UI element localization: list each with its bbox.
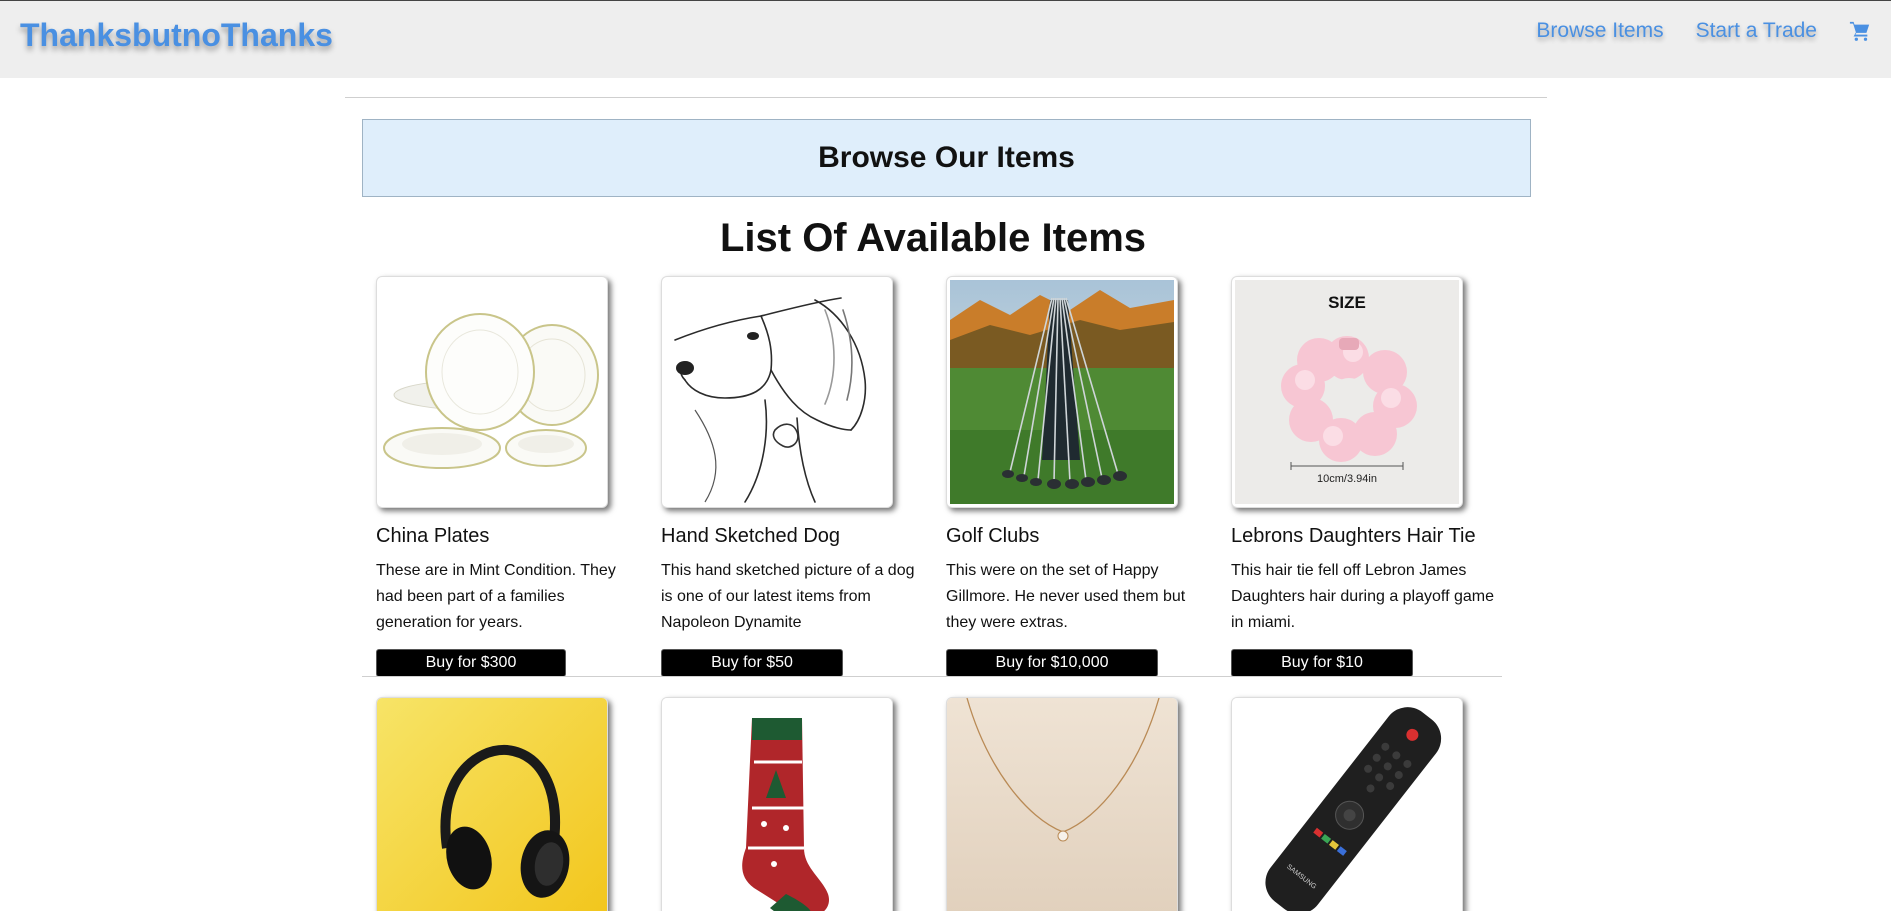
nav-browse-items[interactable]: Browse Items: [1536, 19, 1663, 43]
item-image[interactable]: [661, 697, 893, 911]
item-name: Lebrons Daughters Hair Tie: [1231, 525, 1476, 547]
divider-row: [362, 676, 1502, 677]
dog-sketch-image: [665, 280, 889, 504]
item-card: China Plates These are in Mint Condition…: [376, 276, 666, 677]
item-image[interactable]: SIZE 10cm/3.94in: [1231, 276, 1463, 508]
item-description: This were on the set of Happy Gillmore. …: [946, 562, 1186, 631]
headphones-image: [377, 698, 607, 911]
item-description: These are in Mint Condition. They had be…: [376, 562, 616, 631]
item-image[interactable]: [661, 276, 893, 508]
hair-tie-image: SIZE 10cm/3.94in: [1235, 280, 1459, 504]
golf-clubs-image: [950, 280, 1174, 504]
cart-icon[interactable]: [1849, 20, 1871, 42]
item-image[interactable]: [376, 276, 608, 508]
brand-logo[interactable]: ThanksbutnoThanks: [20, 17, 333, 54]
nav-start-trade[interactable]: Start a Trade: [1696, 19, 1817, 43]
image-size-label: SIZE: [1328, 293, 1366, 312]
tv-remote-image: SAMSUNG: [1232, 698, 1462, 911]
buy-button[interactable]: Buy for $300: [376, 649, 566, 677]
item-description: This hand sketched picture of a dog is o…: [661, 562, 915, 631]
item-name: China Plates: [376, 525, 490, 547]
item-image[interactable]: [946, 276, 1178, 508]
buy-button[interactable]: Buy for $10,000: [946, 649, 1158, 677]
image-measure-label: 10cm/3.94in: [1317, 473, 1377, 485]
item-image[interactable]: [376, 697, 608, 911]
item-card: [946, 697, 1178, 911]
item-description: This hair tie fell off Lebron James Daug…: [1231, 562, 1494, 631]
divider-top: [345, 97, 1547, 98]
item-card: SAMSUNG: [1231, 697, 1463, 911]
item-card: [661, 697, 893, 911]
item-card: Hand Sketched Dog This hand sketched pic…: [661, 276, 951, 677]
buy-button[interactable]: Buy for $50: [661, 649, 843, 677]
item-image[interactable]: SAMSUNG: [1231, 697, 1463, 911]
banner-title: Browse Our Items: [818, 141, 1075, 174]
item-card: [376, 697, 608, 911]
china-plates-image: [380, 280, 604, 504]
item-name: Golf Clubs: [946, 525, 1040, 547]
section-title: List Of Available Items: [719, 216, 1147, 260]
item-card: Golf Clubs This were on the set of Happy…: [946, 276, 1236, 677]
necklace-image: [947, 698, 1177, 911]
nav-links: Browse Items Start a Trade: [1536, 19, 1871, 43]
browse-banner: Browse Our Items: [362, 119, 1531, 197]
item-name: Hand Sketched Dog: [661, 525, 841, 547]
christmas-sock-image: [662, 698, 892, 911]
item-image[interactable]: [946, 697, 1178, 911]
item-card: SIZE 10cm/3.94in Lebrons Daughters Hair …: [1231, 276, 1521, 677]
buy-button[interactable]: Buy for $10: [1231, 649, 1413, 677]
top-navbar: ThanksbutnoThanks Browse Items Start a T…: [0, 0, 1891, 78]
